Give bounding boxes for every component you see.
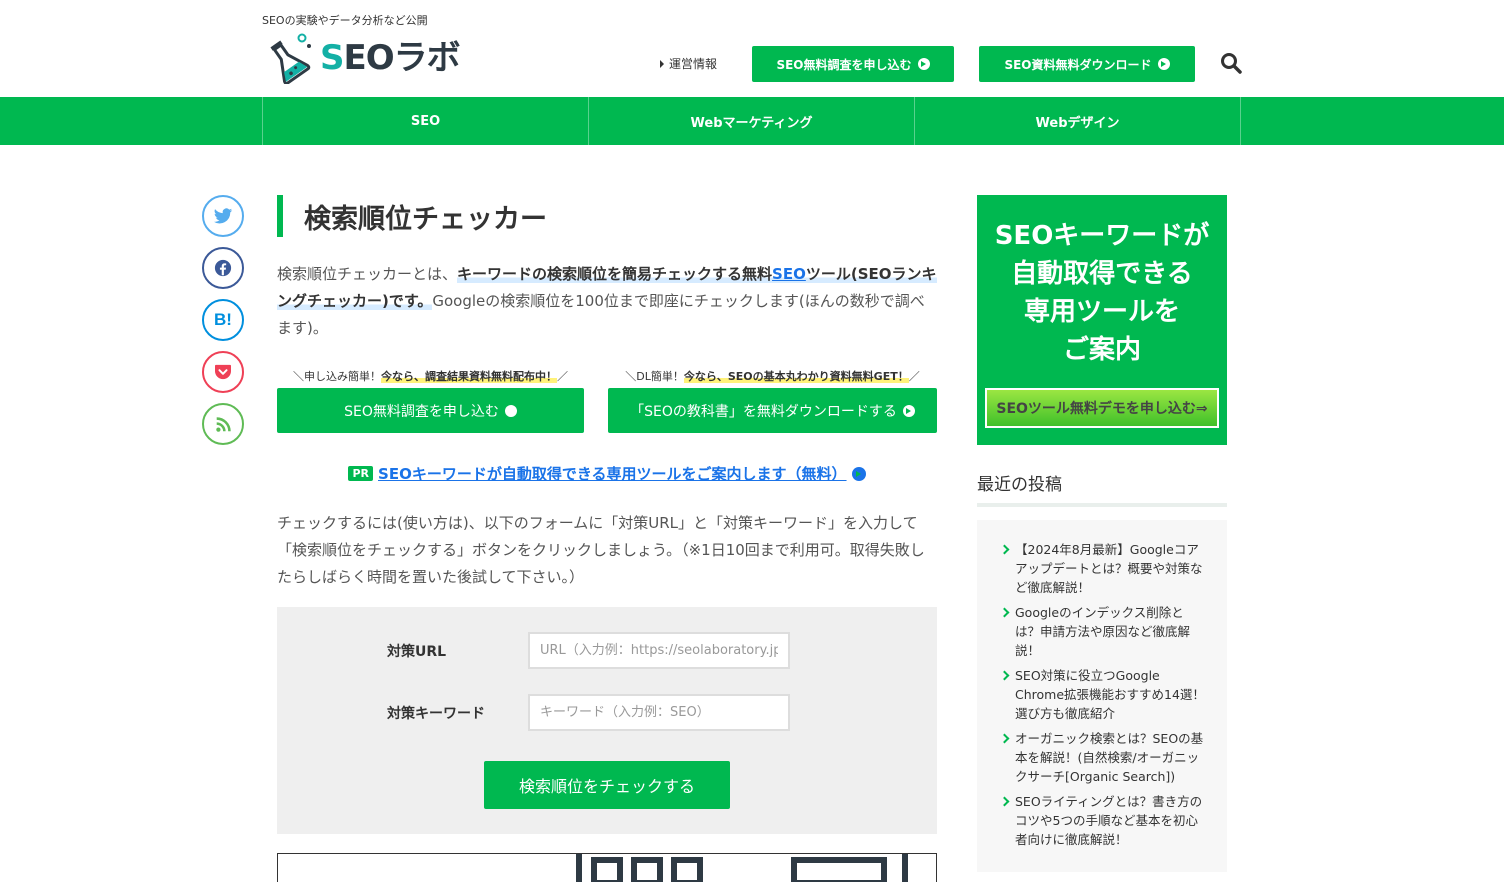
search-icon[interactable] [1220,52,1242,74]
recent-posts-list: 【2024年8月最新】Googleコアアップデートとは？概要や対策など徹底解説！… [977,520,1227,872]
keyword-input[interactable] [528,694,790,731]
page-title: 検索順位チェッカー [277,195,937,237]
main-content: 検索順位チェッカー 検索順位チェッカーとは、キーワードの検索順位を簡易チェックす… [277,195,937,834]
global-nav: SEO Webマーケティング Webデザイン [0,97,1504,145]
download-cta-button[interactable]: 「SEOの教科書」を無料ダウンロードする [608,388,937,433]
logo-wordmark: SEOラボ [320,38,461,78]
ad-demo-button[interactable]: SEOツール無料デモを申し込む⇒ [985,388,1219,428]
share-buttons: B! [202,195,244,445]
check-rank-button[interactable]: 検索順位をチェックする [484,761,730,809]
twitter-share-button[interactable] [202,195,244,237]
site-logo[interactable]: SEOラボ [262,32,461,84]
site-header: SEOの実験やデータ分析など公開 SEOラボ 運営情報 SEO無料調査を申し込む… [0,0,1504,97]
rank-check-form: 対策URL 対策キーワード 検索順位をチェックする [277,607,937,834]
pr-badge: PR [348,466,374,481]
qr-code-icon [576,854,908,882]
nav-item-web-marketing[interactable]: Webマーケティング [589,97,915,145]
rss-feed-button[interactable] [202,403,244,445]
intro-text: 検索順位チェッカーとは、キーワードの検索順位を簡易チェックする無料SEOツール(… [277,265,937,337]
sidebar-ad-banner[interactable]: SEOキーワードが 自動取得できる 専用ツールを ご案内 SEOツール無料デモを… [977,195,1227,445]
seo-link[interactable]: SEO [772,265,806,283]
twitter-icon [213,207,233,223]
pocket-icon [215,364,231,380]
recent-post-link[interactable]: SEO対策に役立つGoogle Chrome拡張機能おすすめ14選！選び方も徹底… [1001,666,1205,723]
flask-icon [270,33,311,84]
url-input[interactable] [528,632,790,669]
recent-post-link[interactable]: 【2024年8月最新】Googleコアアップデートとは？概要や対策など徹底解説！ [1001,540,1205,597]
triangle-right-icon [660,59,664,68]
recent-post-link[interactable]: SEOライティングとは？書き方のコツや5つの手順など基本を初心者向けに徹底解説！ [1001,792,1205,849]
header-survey-button[interactable]: SEO無料調査を申し込む [752,46,954,82]
pocket-share-button[interactable] [202,351,244,393]
survey-cta-button[interactable]: SEO無料調査を申し込む [277,388,584,433]
header-download-button[interactable]: SEO資料無料ダウンロード [979,46,1195,82]
pr-link[interactable]: SEOキーワードが自動取得できる専用ツールをご案内します（無料） [378,463,847,484]
nav-item-web-design[interactable]: Webデザイン [915,97,1241,145]
rss-icon [215,416,231,432]
about-link[interactable]: 運営情報 [660,55,717,72]
howto-text: チェックするには(使い方は)、以下のフォームに「対策URL」と「対策キーワード」… [277,514,925,586]
hatena-bookmark-button[interactable]: B! [202,299,244,341]
cta-caption: ＼申し込み簡単！今なら、調査結果資料無料配布中！／ [293,370,568,383]
qr-banner [277,853,937,882]
hatena-icon: B! [214,310,232,329]
arrow-circle-icon [902,404,915,417]
pr-banner: PR SEOキーワードが自動取得できる専用ツールをご案内します（無料） [277,463,937,484]
recent-post-link[interactable]: Googleのインデックス削除とは？申請方法や原因など徹底解説！ [1001,603,1205,660]
recent-post-link[interactable]: オーガニック検索とは？SEOの基本を解説！(自然検索/オーガニックサーチ[Org… [1001,729,1205,786]
facebook-share-button[interactable] [202,247,244,289]
site-tagline: SEOの実験やデータ分析など公開 [262,14,428,27]
url-label: 対策URL [387,644,447,660]
recent-posts-heading: 最近の投稿 [977,470,1227,507]
cta-row: ＼申し込み簡単！今なら、調査結果資料無料配布中！／ SEO無料調査を申し込む ＼… [277,368,937,433]
arrow-circle-icon [851,466,866,481]
nav-item-seo[interactable]: SEO [263,97,589,145]
ad-headline: SEOキーワードが 自動取得できる 専用ツールを ご案内 [994,221,1210,365]
cta-caption: ＼DL簡単！今なら、SEOの基本丸わかり資料無料GET！／ [625,370,920,383]
arrow-circle-icon [917,58,930,70]
arrow-circle-icon [504,404,517,417]
arrow-circle-icon [1157,58,1170,70]
facebook-icon [214,259,232,277]
keyword-label: 対策キーワード [387,706,485,722]
